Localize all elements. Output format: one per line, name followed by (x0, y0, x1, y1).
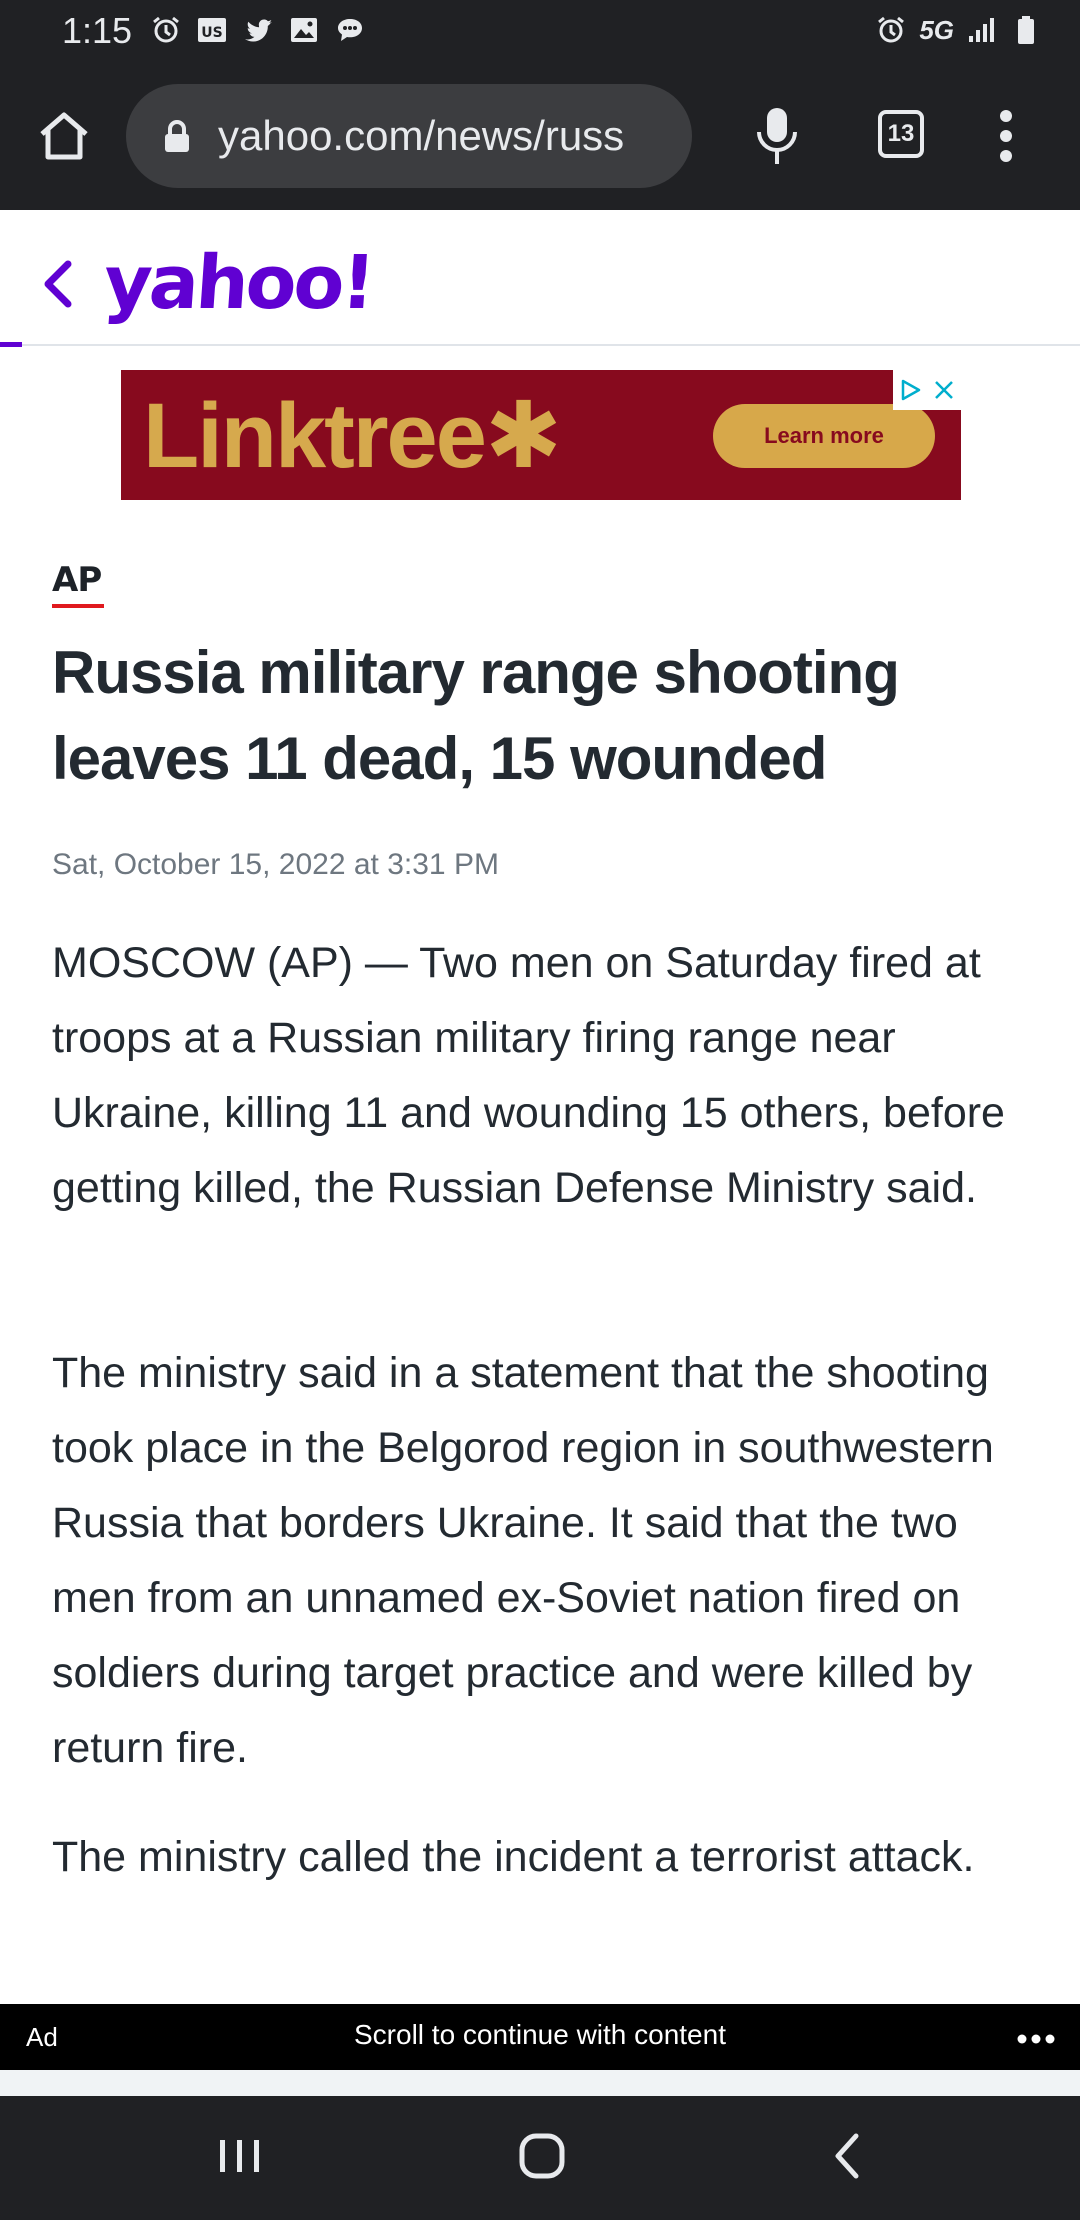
battery-icon (1010, 14, 1042, 46)
article-paragraph: The ministry said in a statement that th… (52, 1349, 994, 1772)
twitter-icon (242, 14, 274, 46)
status-bar: 1:15 US 5G (0, 0, 1080, 64)
article-paragraph: MOSCOW (AP) — Two men on Saturday fired … (52, 939, 1005, 1212)
scroll-prompt-text: Scroll to continue with content (354, 2019, 726, 2050)
mic-icon[interactable] (752, 104, 802, 168)
article-date: Sat, October 15, 2022 at 3:31 PM (52, 848, 499, 881)
adchoices (893, 370, 961, 410)
url-text: yahoo.com/news/russ (218, 112, 625, 159)
network-type: 5G (919, 14, 954, 45)
site-header: yahoo! (0, 212, 1080, 347)
adchoices-icon[interactable] (893, 370, 927, 410)
recent-apps-icon[interactable] (210, 2126, 270, 2186)
status-time: 1:15 (62, 10, 133, 51)
chat-icon (334, 14, 366, 46)
more-options-icon[interactable] (1016, 2032, 1056, 2044)
back-chevron-icon[interactable] (38, 256, 78, 312)
linktree-ad[interactable]: Linktree✱ Learn more (121, 370, 961, 500)
notification-icons: US (150, 14, 366, 46)
ad-brand: Linktree✱ (143, 385, 562, 487)
content-strip (0, 2070, 1080, 2096)
system-nav-bar (0, 2096, 1080, 2220)
scroll-prompt-bar[interactable]: Ad Scroll to continue with content (0, 2004, 1080, 2070)
home-icon[interactable] (36, 108, 92, 164)
more-vert-icon[interactable] (994, 106, 1018, 166)
source-logo[interactable]: AP (52, 560, 102, 600)
svg-text:US: US (201, 25, 222, 41)
system-icons: 5G (875, 14, 1042, 46)
back-icon[interactable] (818, 2126, 878, 2186)
article-headline: Russia military range shooting leaves 11… (52, 639, 900, 792)
article-paragraph: The ministry called the incident a terro… (52, 1833, 975, 1881)
us-news-icon: US (196, 14, 228, 46)
lock-icon (162, 119, 192, 153)
yahoo-logo[interactable]: yahoo! (101, 240, 375, 326)
header-indicator (0, 342, 22, 347)
source-underline (52, 604, 104, 608)
alarm-icon (875, 14, 907, 46)
home-icon[interactable] (512, 2126, 572, 2186)
address-bar[interactable]: yahoo.com/news/russ (126, 84, 692, 188)
signal-icon (966, 14, 998, 46)
learn-more-button[interactable]: Learn more (713, 404, 935, 468)
browser-toolbar: yahoo.com/news/russ 13 (0, 64, 1080, 210)
alarm-icon (150, 14, 182, 46)
gallery-icon (288, 14, 320, 46)
tabs-icon[interactable]: 13 (878, 110, 924, 158)
close-ad-icon[interactable] (927, 370, 961, 410)
